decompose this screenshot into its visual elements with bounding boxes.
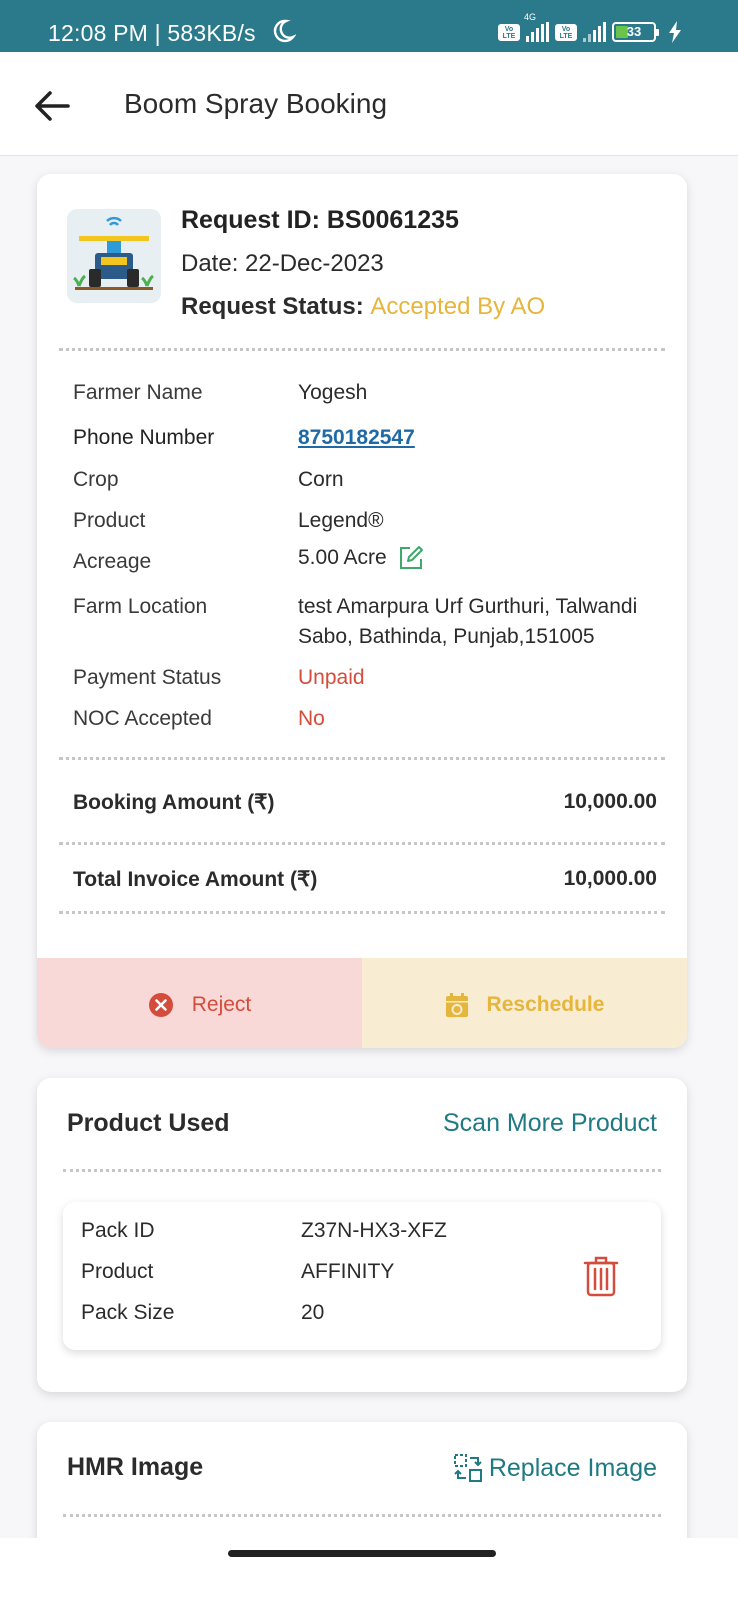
crop-value: Corn [298, 468, 344, 491]
farm-location-line1: test Amarpura Urf Gurthuri, Talwandi [298, 595, 638, 618]
booking-amount-value: 10,000.00 [563, 790, 657, 813]
charging-icon [669, 21, 681, 43]
moon-icon [273, 19, 296, 43]
product-value: Legend® [298, 509, 384, 532]
boom-spray-tractor-icon [67, 209, 161, 303]
phone-number-link[interactable]: 8750182547 [298, 426, 415, 450]
crop-label: Crop [73, 468, 119, 491]
home-indicator[interactable] [228, 1550, 496, 1557]
total-invoice-label: Total Invoice Amount (₹) [73, 868, 318, 891]
acreage-value: 5.00 Acre [298, 546, 387, 569]
status-bar: 12:08 PM | 583KB/s Vo LTE 4G Vo LTE 33 [0, 0, 738, 52]
pack-size-label: Pack Size [81, 1301, 175, 1324]
trash-icon[interactable] [583, 1255, 619, 1297]
status-icons: Vo LTE 4G Vo LTE 33 [498, 12, 682, 46]
network-type-label: 4G [524, 12, 537, 22]
divider [59, 348, 665, 351]
scan-more-product-button[interactable]: Scan More Product [443, 1109, 657, 1138]
farmer-name-label: Farmer Name [73, 381, 203, 404]
volte-icon: Vo LTE [498, 23, 520, 41]
pack-id-label: Pack ID [81, 1219, 155, 1242]
phone-number-label: Phone Number [73, 426, 215, 449]
request-status-value: Accepted By AO [370, 293, 546, 320]
hmr-image-title: HMR Image [67, 1453, 204, 1481]
pack-size-value: 20 [301, 1301, 325, 1324]
farmer-name-value: Yogesh [298, 381, 368, 404]
replace-image-icon [453, 1454, 482, 1482]
farm-location-line2: Sabo, Bathinda, Punjab,151005 [298, 625, 595, 648]
farm-location-label: Farm Location [73, 595, 208, 618]
divider [63, 1514, 661, 1517]
acreage-label: Acreage [73, 550, 152, 573]
arrow-left-icon[interactable] [32, 86, 72, 126]
product-used-title: Product Used [67, 1109, 230, 1137]
close-circle-icon [148, 992, 173, 1017]
scan-more-product-label: Scan More Product [443, 1109, 657, 1137]
battery-icon: 33 [612, 22, 659, 42]
app-bar: Boom Spray Booking [0, 52, 738, 156]
divider [59, 842, 665, 845]
product-used-card: Product Used Scan More Product Pack ID Z… [37, 1078, 687, 1392]
reschedule-label: Reschedule [486, 992, 605, 1016]
request-id: Request ID: BS0061235 [181, 206, 459, 234]
booking-amount-label: Booking Amount (₹) [73, 791, 275, 814]
reject-label: Reject [191, 992, 252, 1016]
divider [59, 911, 665, 914]
signal-icon-2 [583, 22, 606, 42]
navigation-bar [0, 1538, 738, 1600]
calendar-refresh-icon [445, 992, 468, 1017]
request-status: Request Status: Accepted By AO [181, 293, 545, 321]
reschedule-button[interactable]: Reschedule [362, 958, 687, 1048]
noc-accepted-label: NOC Accepted [73, 707, 212, 730]
page-title: Boom Spray Booking [124, 88, 388, 119]
request-status-label: Request Status: [181, 293, 364, 320]
signal-icon: 4G [524, 12, 549, 42]
payment-status-label: Payment Status [73, 666, 222, 689]
divider [63, 1169, 661, 1172]
acreage-value-row: 5.00 Acre [298, 544, 425, 572]
reject-button[interactable]: Reject [37, 958, 362, 1048]
noc-accepted-value: No [298, 707, 325, 730]
edit-icon[interactable] [397, 544, 425, 572]
pack-item-card: Pack ID Z37N-HX3-XFZ Product AFFINITY Pa… [63, 1202, 661, 1350]
replace-image-label: Replace Image [488, 1453, 657, 1482]
pack-product-label: Product [81, 1260, 154, 1283]
volte-icon-2: Vo LTE [555, 23, 577, 41]
product-label: Product [73, 509, 146, 532]
replace-image-button[interactable]: Replace Image [453, 1453, 657, 1483]
request-date: Date: 22-Dec-2023 [181, 250, 384, 277]
status-time: 12:08 PM | 583KB/s [48, 20, 256, 46]
pack-id-value: Z37N-HX3-XFZ [301, 1219, 447, 1242]
battery-level: 33 [626, 24, 642, 39]
total-invoice-value: 10,000.00 [563, 867, 657, 890]
payment-status-value: Unpaid [298, 666, 365, 689]
divider [59, 757, 665, 760]
request-card: Request ID: BS0061235 Date: 22-Dec-2023 … [37, 174, 687, 1048]
pack-product-value: AFFINITY [301, 1260, 395, 1283]
